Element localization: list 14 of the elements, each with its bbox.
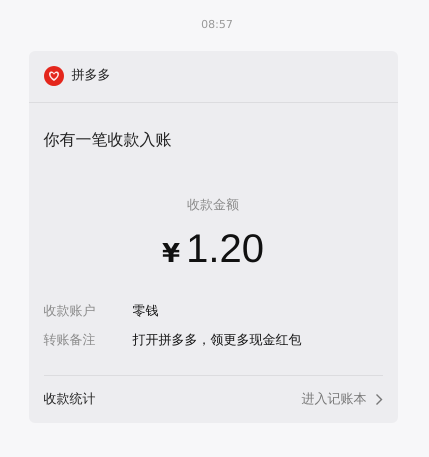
currency-symbol: ¥ (162, 238, 180, 271)
detail-value: 零钱 (132, 303, 158, 321)
detail-label: 转账备注 (44, 332, 96, 350)
detail-value: 打开拼多多，领更多现金红包 (132, 332, 302, 350)
amount-value: 1.20 (186, 226, 264, 273)
amount-label: 收款金额 (187, 196, 239, 214)
chevron-right-icon (374, 393, 382, 406)
notification-title: 你有一笔收款入账 (42, 128, 172, 150)
app-logo-icon (44, 66, 64, 86)
ledger-link[interactable]: 进入记账本 (302, 390, 382, 410)
timestamp: 08:57 (200, 17, 233, 33)
sender-name: 拼多多 (72, 67, 110, 86)
statistics-label: 收款统计 (44, 390, 96, 409)
detail-label: 收款账户 (44, 303, 96, 321)
